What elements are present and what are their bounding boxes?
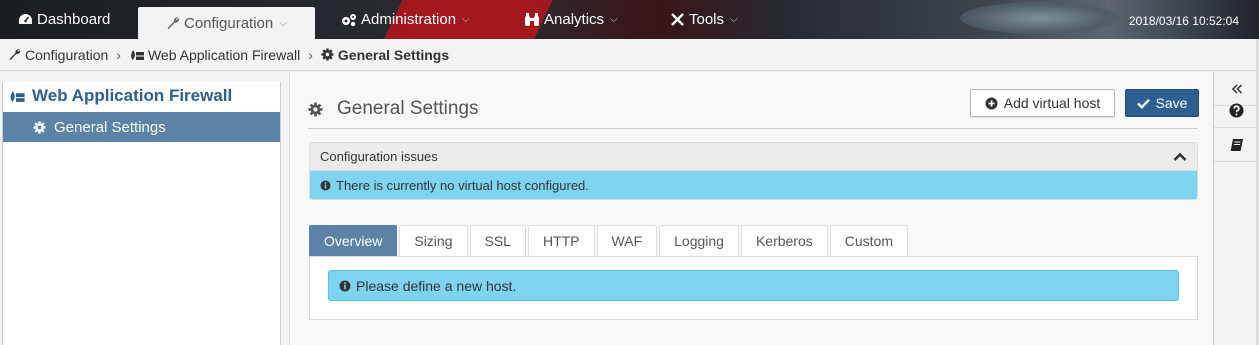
divider [308, 128, 1198, 129]
nav-analytics-label: Analytics [544, 11, 605, 28]
chevron-down-icon: ⌵ [610, 14, 618, 25]
right-rail [1213, 72, 1259, 345]
breadcrumb-separator: › [308, 46, 313, 63]
tab-waf[interactable]: WAF [596, 225, 658, 256]
nav-tools[interactable]: Tools ⌵ [670, 0, 738, 39]
info-alert-text: Please define a new host. [356, 277, 517, 294]
configuration-issues-header[interactable]: Configuration issues [310, 143, 1197, 171]
nav-dashboard-label: Dashboard [37, 11, 111, 28]
sidebar: Web Application Firewall General Setting… [0, 72, 288, 345]
chevron-down-icon: ⌵ [462, 14, 470, 25]
settings-tabs: Overview Sizing SSL HTTP WAF Logging Ker… [309, 225, 908, 256]
chevron-down-icon: ⌵ [730, 14, 738, 25]
sidebar-title[interactable]: Web Application Firewall [8, 86, 232, 106]
configuration-issues-title: Configuration issues [320, 149, 438, 164]
nav-configuration-label: Configuration [184, 14, 274, 32]
nav-configuration[interactable]: Configuration ⌵ [138, 7, 315, 39]
chevron-up-icon[interactable] [1173, 152, 1187, 162]
gear-icon [321, 48, 334, 61]
main-panel: General Settings Add virtual host Save C… [289, 72, 1213, 345]
gear-icon [33, 120, 46, 134]
page-title: General Settings [308, 98, 479, 120]
breadcrumb-separator: › [116, 46, 121, 63]
nav-administration[interactable]: Administration ⌵ [341, 0, 470, 39]
double-chevron-left-icon [1231, 83, 1243, 94]
wrench-icon [8, 48, 21, 61]
configuration-issues-panel: Configuration issues There is currently … [309, 142, 1198, 200]
wrench-icon [166, 16, 180, 30]
configuration-issue-text: There is currently no virtual host confi… [336, 178, 589, 193]
configuration-issue-message: There is currently no virtual host confi… [310, 171, 1197, 199]
breadcrumb-item-waf[interactable]: Web Application Firewall [148, 47, 300, 63]
firewall-icon [8, 90, 26, 103]
help-button[interactable] [1214, 94, 1259, 128]
tab-logging[interactable]: Logging [659, 225, 739, 256]
page-title-label: General Settings [337, 98, 479, 119]
sidebar-item-general-settings[interactable]: General Settings [3, 112, 280, 142]
banner-decoration-lake [960, 2, 1120, 34]
plus-circle-icon [985, 97, 998, 110]
tab-sizing[interactable]: Sizing [399, 225, 468, 256]
dashboard-icon [18, 13, 33, 26]
info-alert: Please define a new host. [328, 270, 1179, 301]
check-icon [1136, 98, 1150, 109]
nav-dashboard[interactable]: Dashboard [18, 0, 110, 39]
breadcrumb-item-configuration[interactable]: Configuration [25, 47, 108, 63]
nav-analytics[interactable]: Analytics ⌵ [524, 0, 618, 39]
tab-custom[interactable]: Custom [829, 225, 908, 256]
info-icon [339, 280, 351, 292]
docs-button[interactable] [1214, 128, 1259, 162]
gear-icon [308, 102, 323, 117]
binoculars-icon [524, 12, 540, 27]
add-virtual-host-button[interactable]: Add virtual host [970, 89, 1115, 117]
breadcrumb: Configuration › Web Application Firewall… [0, 39, 1259, 71]
add-virtual-host-label: Add virtual host [1003, 95, 1101, 111]
nav-tools-label: Tools [689, 11, 725, 28]
main-content: General Settings Add virtual host Save C… [289, 72, 1213, 345]
nav-administration-label: Administration [361, 11, 457, 28]
clock: 2018/03/16 10:52:04 [1128, 14, 1239, 28]
sidebar-title-label: Web Application Firewall [32, 86, 233, 105]
chevron-down-icon: ⌵ [279, 17, 287, 29]
info-icon [320, 180, 331, 191]
top-navbar: Dashboard Configuration ⌵ Administration… [0, 0, 1259, 39]
save-label: Save [1155, 95, 1188, 111]
question-circle-icon [1229, 103, 1244, 118]
tab-ssl[interactable]: SSL [469, 225, 526, 256]
breadcrumb-item-current: General Settings [337, 46, 450, 63]
firewall-icon [129, 49, 145, 61]
sidebar-item-label: General Settings [54, 118, 166, 136]
tools-icon [670, 12, 685, 27]
tab-kerberos[interactable]: Kerberos [740, 225, 828, 256]
gears-icon [341, 13, 357, 27]
tab-http[interactable]: HTTP [527, 225, 595, 256]
book-icon [1230, 138, 1244, 152]
save-button[interactable]: Save [1125, 89, 1199, 117]
tab-content-overview: Please define a new host. [309, 256, 1198, 320]
tab-overview[interactable]: Overview [309, 225, 398, 256]
